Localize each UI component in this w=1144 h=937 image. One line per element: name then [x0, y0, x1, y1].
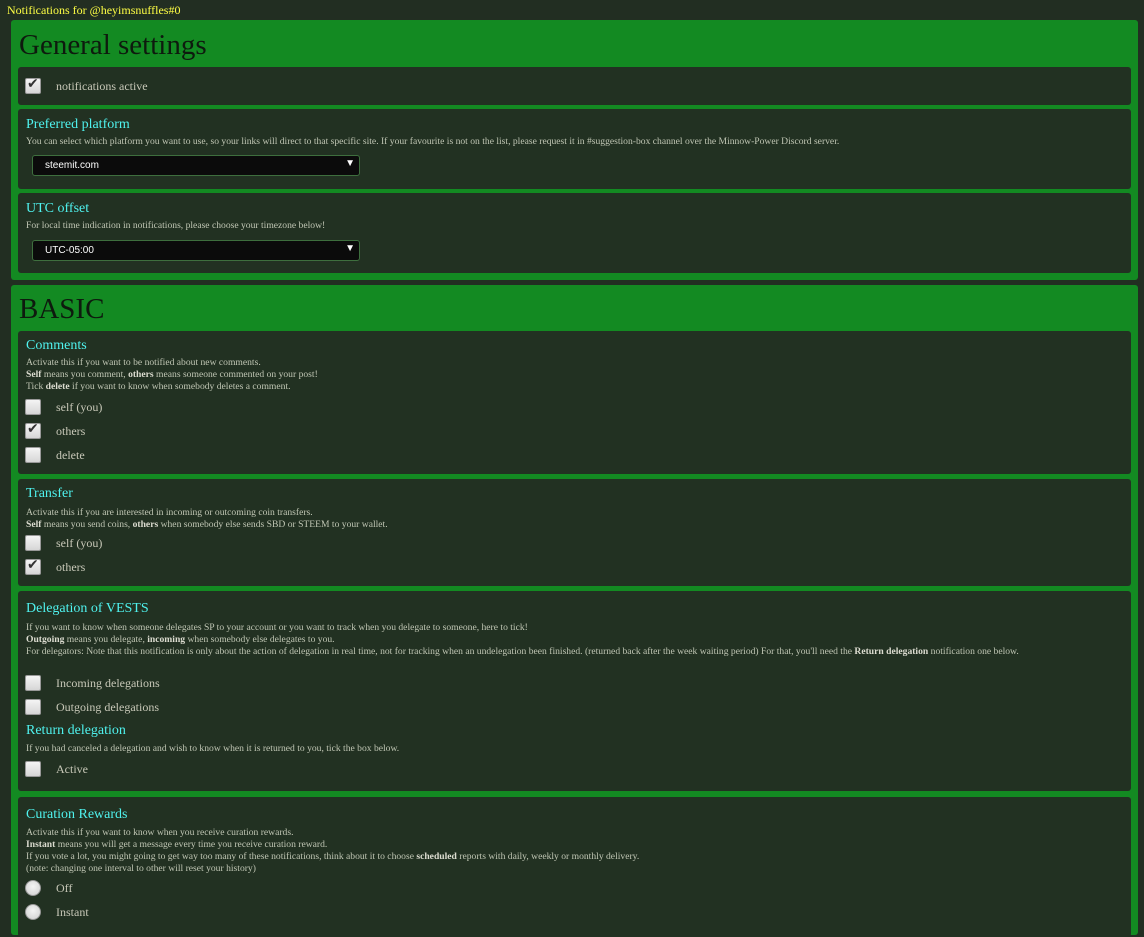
comments-desc: Activate this if you want to be notified… [26, 357, 1111, 393]
delegation-desc-line2: Outgoing means you delegate, incoming wh… [26, 634, 335, 645]
transfer-others-checkbox[interactable] [25, 557, 41, 575]
comments-self-label: self (you) [56, 400, 103, 414]
curation-desc-line3: If you vote a lot, you might going to ge… [26, 851, 640, 862]
curation-rewards-title: Curation Rewards [26, 807, 128, 822]
transfer-desc: Activate this if you are interested in i… [26, 507, 1111, 531]
page-title: Notifications for @heyimsnuffles#0 [7, 3, 181, 17]
comments-desc-line2: Self means you comment, others means som… [26, 369, 318, 380]
transfer-desc-line1: Activate this if you are interested in i… [26, 507, 313, 518]
comments-delete-checkbox[interactable] [25, 447, 41, 463]
transfer-others-label: others [56, 560, 86, 574]
transfer-self-label: self (you) [56, 536, 103, 550]
delegation-title: Delegation of VESTS [26, 601, 149, 616]
platform-select-value: steemit.com [45, 160, 99, 171]
utc-offset-card: UTC offset For local time indication in … [18, 193, 1131, 273]
outgoing-delegations-checkbox[interactable] [25, 699, 41, 715]
caret-down-icon: ▼ [345, 243, 355, 254]
utc-offset-title: UTC offset [26, 201, 90, 216]
curation-instant-label: Instant [56, 905, 89, 919]
comments-others-checkbox[interactable] [25, 421, 41, 439]
utc-offset-select[interactable]: UTC-05:00 ▼ [32, 240, 360, 261]
curation-desc-line1: Activate this if you want to know when y… [26, 827, 294, 838]
curation-off-label: Off [56, 881, 73, 895]
return-delegation-desc: If you had canceled a delegation and wis… [26, 743, 400, 754]
transfer-card: Transfer Activate this if you are intere… [18, 479, 1131, 586]
notifications-active-checkbox[interactable] [25, 76, 41, 94]
caret-down-icon: ▼ [345, 158, 355, 169]
comments-title: Comments [26, 338, 87, 353]
curation-desc-line4: (note: changing one interval to other wi… [26, 863, 256, 874]
return-delegation-active-checkbox[interactable] [25, 761, 41, 777]
preferred-platform-title: Preferred platform [26, 117, 130, 132]
delegation-desc-line3: For delegators: Note that this notificat… [26, 646, 1019, 657]
basic-heading: BASIC [19, 293, 105, 325]
comments-desc-line3: Tick delete if you want to know when som… [26, 381, 291, 392]
transfer-desc-line2: Self means you send coins, others when s… [26, 519, 388, 530]
notifications-active-card: notifications active [18, 67, 1131, 105]
comments-others-label: others [56, 424, 86, 438]
basic-section: BASIC Comments Activate this if you want… [11, 285, 1138, 937]
curation-desc-line2: Instant means you will get a message eve… [26, 839, 328, 850]
utc-offset-select-value: UTC-05:00 [45, 245, 94, 256]
comments-desc-line1: Activate this if you want to be notified… [26, 357, 261, 368]
platform-select[interactable]: steemit.com ▼ [32, 155, 360, 176]
notifications-active-label: notifications active [56, 79, 148, 93]
curation-off-radio[interactable] [25, 880, 41, 896]
incoming-delegations-label: Incoming delegations [56, 676, 160, 690]
return-delegation-active-label: Active [56, 762, 88, 776]
delegation-desc-line1: If you want to know when someone delegat… [26, 622, 528, 633]
comments-self-checkbox[interactable] [25, 399, 41, 415]
outgoing-delegations-label: Outgoing delegations [56, 700, 159, 714]
preferred-platform-desc: You can select which platform you want t… [26, 136, 840, 147]
general-settings-section: General settings notifications active Pr… [11, 20, 1138, 280]
curation-instant-radio[interactable] [25, 904, 41, 920]
return-delegation-title: Return delegation [26, 723, 126, 738]
transfer-self-checkbox[interactable] [25, 535, 41, 551]
delegation-desc: If you want to know when someone delegat… [26, 622, 1111, 658]
utc-offset-desc: For local time indication in notificatio… [26, 220, 326, 231]
delegation-card: Delegation of VESTS If you want to know … [18, 591, 1131, 791]
preferred-platform-card: Preferred platform You can select which … [18, 109, 1131, 189]
general-settings-heading: General settings [19, 29, 207, 61]
comments-card: Comments Activate this if you want to be… [18, 331, 1131, 474]
comments-delete-label: delete [56, 448, 85, 462]
transfer-title: Transfer [26, 486, 73, 501]
curation-rewards-card: Curation Rewards Activate this if you wa… [18, 797, 1131, 937]
incoming-delegations-checkbox[interactable] [25, 675, 41, 691]
curation-rewards-desc: Activate this if you want to know when y… [26, 827, 1111, 875]
